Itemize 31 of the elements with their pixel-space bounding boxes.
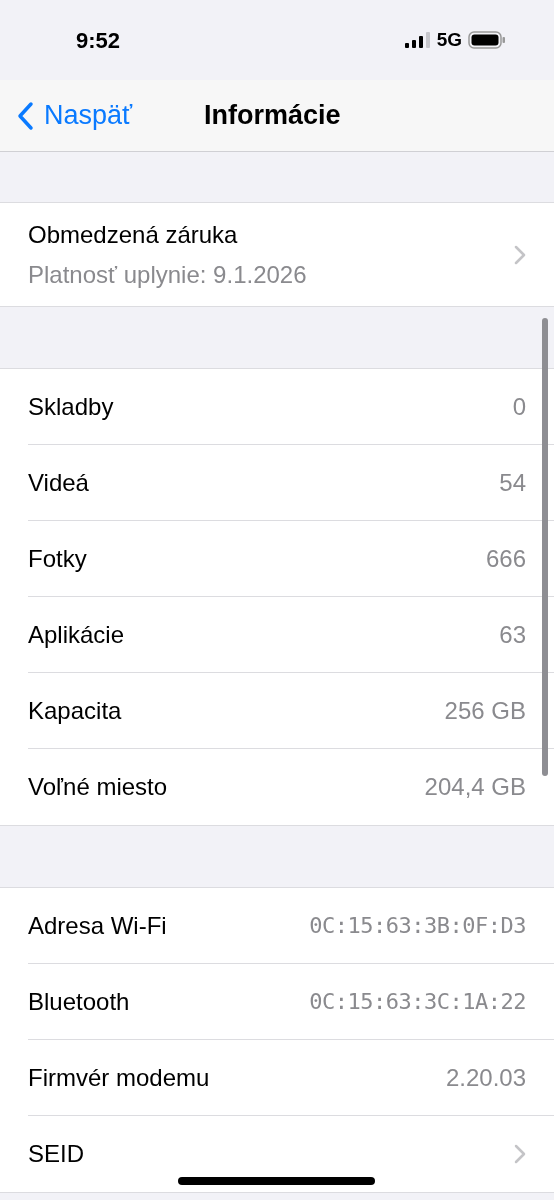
row-value: 63: [499, 619, 526, 650]
chevron-icon: [514, 1144, 526, 1164]
row-value: 666: [485, 543, 526, 574]
back-chevron-icon: [16, 100, 34, 131]
warranty-expiry: Platnosť uplynie: 9.1.2026: [28, 259, 308, 290]
row-value: 0C:15:63:3B:0F:D3: [309, 912, 526, 940]
network-label: 5G: [436, 27, 462, 52]
back-button[interactable]: Naspäť: [0, 95, 133, 136]
row-label: Skladby: [28, 391, 115, 422]
row-label: Bluetooth: [28, 986, 131, 1017]
row-label: Adresa Wi-Fi: [28, 910, 168, 941]
warranty-title: Obmedzená záruka: [28, 219, 239, 250]
signal-icon: [404, 32, 431, 48]
status-time: 9:52: [76, 26, 121, 55]
row-label: Fotky: [28, 543, 88, 574]
row-value: 0C:15:63:3C:1A:22: [309, 988, 526, 1016]
warranty-row[interactable]: Obmedzená záruka Platnosť uplynie: 9.1.2026: [0, 202, 554, 307]
row-value: 0: [512, 391, 526, 422]
row-label: SEID: [28, 1139, 85, 1169]
row-label: Voľné miesto: [28, 772, 169, 802]
row-label: Kapacita: [28, 695, 123, 726]
page-title: Informácie: [204, 99, 341, 133]
chevron-icon: [514, 244, 526, 265]
row-value: 2.20.03: [445, 1062, 526, 1093]
row-label: Videá: [28, 467, 90, 498]
row-value: 54: [499, 467, 526, 498]
row-label: Aplikácie: [28, 619, 126, 650]
battery-icon: [468, 31, 506, 49]
row-value: 204,4 GB: [424, 772, 526, 802]
row-label: Firmvér modemu: [28, 1062, 211, 1093]
row-value: 256 GB: [444, 695, 526, 726]
